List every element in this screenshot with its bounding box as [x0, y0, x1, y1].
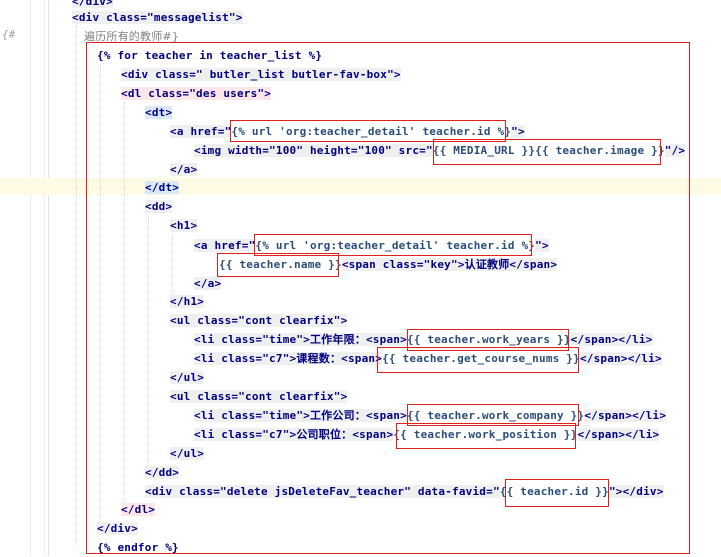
annotation-box-name — [217, 253, 339, 277]
indent-guide — [76, 26, 77, 546]
annotation-box-image — [433, 139, 661, 165]
comment-fold-marker[interactable]: {# — [2, 28, 15, 41]
gutter-guide — [30, 0, 31, 556]
annotation-box-teacher-id — [505, 479, 609, 507]
code-line: <div class="messagelist"> — [72, 11, 243, 24]
annotation-box-course-nums — [377, 347, 579, 373]
gutter-guide — [44, 0, 45, 556]
editor-gutter: {# — [0, 0, 49, 556]
annotation-box-work-position — [396, 423, 576, 449]
annotation-box-loop — [86, 42, 690, 554]
